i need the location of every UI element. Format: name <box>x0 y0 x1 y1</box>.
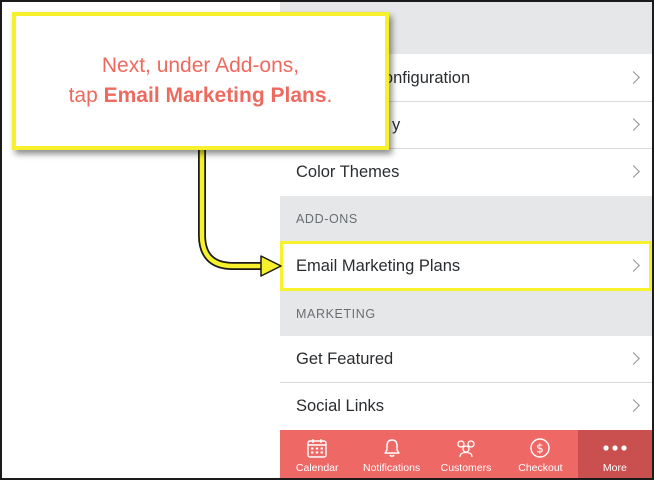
callout-suffix: . <box>326 84 333 107</box>
callout-line-1: Next, under Add-ons, <box>101 54 300 77</box>
callout-bold-target: Email Marketing Plans <box>103 84 327 107</box>
instruction-callout: Next, under Add-ons, tap Email Marketing… <box>12 12 389 150</box>
callout-line-2: tap Email Marketing Plans. <box>69 81 333 111</box>
callout-prefix: tap <box>68 84 104 107</box>
